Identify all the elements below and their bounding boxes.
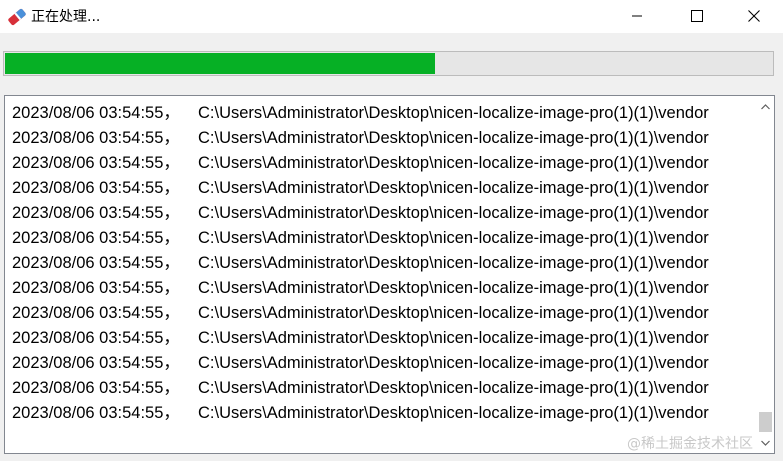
log-line: 2023/08/06 03:54:55， C:\Users\Administrat… xyxy=(12,201,750,226)
log-path: C:\Users\Administrator\Desktop\nicen-loc… xyxy=(198,179,709,197)
log-timestamp: 2023/08/06 03:54:55， xyxy=(12,204,180,222)
vertical-scrollbar[interactable] xyxy=(757,96,774,453)
log-timestamp: 2023/08/06 03:54:55， xyxy=(12,404,180,422)
log-line: 2023/08/06 03:54:55， C:\Users\Administrat… xyxy=(12,326,750,351)
progress-bar xyxy=(3,51,774,76)
progress-fill xyxy=(5,53,435,74)
log-path: C:\Users\Administrator\Desktop\nicen-loc… xyxy=(198,354,709,372)
log-line: 2023/08/06 03:54:55， C:\Users\Administrat… xyxy=(12,276,750,301)
log-path: C:\Users\Administrator\Desktop\nicen-loc… xyxy=(198,404,709,422)
minimize-icon xyxy=(631,7,643,26)
log-path: C:\Users\Administrator\Desktop\nicen-loc… xyxy=(198,279,709,297)
log-line: 2023/08/06 03:54:55， C:\Users\Administrat… xyxy=(12,176,750,201)
log-path: C:\Users\Administrator\Desktop\nicen-loc… xyxy=(198,254,709,272)
window-title: 正在处理... xyxy=(31,9,101,25)
log-timestamp: 2023/08/06 03:54:55， xyxy=(12,254,180,272)
close-button[interactable] xyxy=(731,0,777,33)
scroll-thumb[interactable] xyxy=(759,412,772,432)
log-path: C:\Users\Administrator\Desktop\nicen-loc… xyxy=(198,229,709,247)
minimize-button[interactable] xyxy=(614,0,660,33)
log-timestamp: 2023/08/06 03:54:55， xyxy=(12,229,180,247)
log-path: C:\Users\Administrator\Desktop\nicen-loc… xyxy=(198,129,709,147)
log-line: 2023/08/06 03:54:55， C:\Users\Administrat… xyxy=(12,251,750,276)
scroll-up-arrow-icon[interactable] xyxy=(757,98,774,115)
log-timestamp: 2023/08/06 03:54:55， xyxy=(12,104,180,122)
log-timestamp: 2023/08/06 03:54:55， xyxy=(12,329,180,347)
log-timestamp: 2023/08/06 03:54:55， xyxy=(12,354,180,372)
eraser-icon xyxy=(6,6,28,28)
log-timestamp: 2023/08/06 03:54:55， xyxy=(12,304,180,322)
log-path: C:\Users\Administrator\Desktop\nicen-loc… xyxy=(198,329,709,347)
maximize-icon xyxy=(691,7,703,26)
log-path: C:\Users\Administrator\Desktop\nicen-loc… xyxy=(198,104,709,122)
log-timestamp: 2023/08/06 03:54:55， xyxy=(12,279,180,297)
log-timestamp: 2023/08/06 03:54:55， xyxy=(12,179,180,197)
log-line: 2023/08/06 03:54:55， C:\Users\Administrat… xyxy=(12,401,750,426)
log-output-box[interactable]: 2023/08/06 03:54:55， C:\Users\Administrat… xyxy=(4,95,775,454)
close-icon xyxy=(748,7,760,26)
log-line: 2023/08/06 03:54:55， C:\Users\Administrat… xyxy=(12,151,750,176)
log-path: C:\Users\Administrator\Desktop\nicen-loc… xyxy=(198,204,709,222)
log-path: C:\Users\Administrator\Desktop\nicen-loc… xyxy=(198,379,709,397)
log-line: 2023/08/06 03:54:55， C:\Users\Administrat… xyxy=(12,376,750,401)
watermark: @稀土掘金技术社区 xyxy=(627,436,753,452)
log-line: 2023/08/06 03:54:55， C:\Users\Administrat… xyxy=(12,351,750,376)
log-line: 2023/08/06 03:54:55， C:\Users\Administrat… xyxy=(12,101,750,126)
log-timestamp: 2023/08/06 03:54:55， xyxy=(12,154,180,172)
scroll-down-arrow-icon[interactable] xyxy=(757,434,774,451)
log-line: 2023/08/06 03:54:55， C:\Users\Administrat… xyxy=(12,301,750,326)
maximize-button[interactable] xyxy=(674,0,720,33)
log-line: 2023/08/06 03:54:55， C:\Users\Administrat… xyxy=(12,226,750,251)
log-lines: 2023/08/06 03:54:55， C:\Users\Administrat… xyxy=(12,101,750,431)
log-timestamp: 2023/08/06 03:54:55， xyxy=(12,379,180,397)
log-path: C:\Users\Administrator\Desktop\nicen-loc… xyxy=(198,154,709,172)
log-path: C:\Users\Administrator\Desktop\nicen-loc… xyxy=(198,304,709,322)
log-timestamp: 2023/08/06 03:54:55， xyxy=(12,129,180,147)
log-line: 2023/08/06 03:54:55， C:\Users\Administrat… xyxy=(12,126,750,151)
title-bar[interactable]: 正在处理... xyxy=(0,0,783,33)
